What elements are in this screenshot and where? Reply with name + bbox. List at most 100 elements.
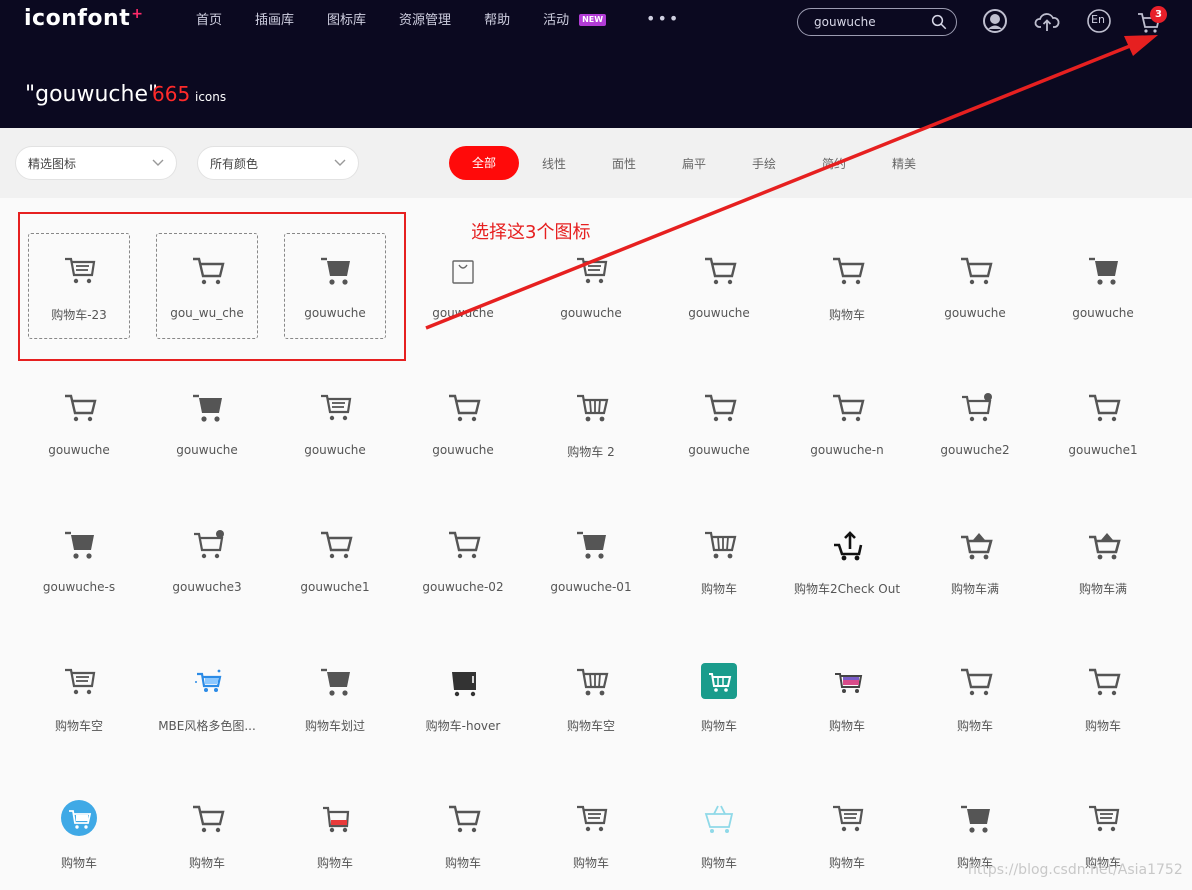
icon-card[interactable]: gouwuche-n: [783, 335, 911, 472]
search-input[interactable]: [814, 13, 924, 31]
search-query-title: "gouwuche": [25, 82, 159, 107]
icon-card[interactable]: 购物车: [911, 609, 1039, 746]
nav-home[interactable]: 首页: [196, 12, 222, 30]
cart-lines-icon: [321, 394, 352, 421]
tab-linear[interactable]: 线性: [542, 155, 566, 172]
upload-cloud-icon[interactable]: [1034, 8, 1060, 34]
cart-dot-icon: [194, 530, 224, 559]
icon-name: 购物车空: [566, 719, 615, 733]
tab-filled[interactable]: 面性: [612, 155, 636, 172]
icon-name: gouwuche: [1072, 306, 1134, 320]
icon-card[interactable]: 购物车: [783, 198, 911, 335]
color-select[interactable]: 所有颜色: [197, 146, 359, 180]
icon-name: 购物车: [828, 856, 865, 870]
icon-card[interactable]: 购物车: [655, 746, 783, 883]
icon-card[interactable]: MBE风格多色图...: [143, 609, 271, 746]
icon-card[interactable]: gouwuche: [655, 198, 783, 335]
cart-full-icon: [1089, 533, 1121, 560]
cart-teal-icon: [701, 663, 737, 699]
icon-name: gouwuche: [48, 443, 110, 457]
icon-card[interactable]: 购物车: [655, 472, 783, 609]
cart-lines-icon: [833, 805, 864, 832]
icon-name: 购物车: [700, 856, 737, 870]
icon-card[interactable]: 购物车划过: [271, 609, 399, 746]
cart-outline-icon: [449, 531, 481, 559]
icon-card[interactable]: gouwuche: [399, 335, 527, 472]
icon-card[interactable]: 购物车: [655, 609, 783, 746]
nav-resources[interactable]: 资源管理: [399, 12, 451, 30]
icon-name: gouwuche: [944, 306, 1006, 320]
icon-card[interactable]: gouwuche: [911, 198, 1039, 335]
nav-icon-library[interactable]: 图标库: [327, 12, 366, 30]
tab-flat[interactable]: 扁平: [682, 155, 706, 172]
icon-card[interactable]: 购物车: [271, 746, 399, 883]
selection-highlight-box: [18, 212, 406, 361]
icon-card[interactable]: gouwuche1: [271, 472, 399, 609]
chevron-down-icon: [334, 159, 346, 166]
icon-card[interactable]: 购物车: [783, 746, 911, 883]
icon-card[interactable]: 购物车: [783, 609, 911, 746]
icon-name: 购物车: [700, 582, 737, 596]
icon-name: 购物车: [956, 719, 993, 733]
language-switch-icon[interactable]: En: [1086, 8, 1112, 34]
icon-card[interactable]: gouwuche-s: [15, 472, 143, 609]
icon-name: 购物车满: [1078, 582, 1127, 596]
nav-help[interactable]: 帮助: [484, 12, 510, 30]
icon-card[interactable]: gouwuche3: [143, 472, 271, 609]
icon-card[interactable]: 购物车-hover: [399, 609, 527, 746]
icon-card[interactable]: gouwuche: [655, 335, 783, 472]
icon-name: gouwuche: [176, 443, 238, 457]
icon-card[interactable]: 购物车 2: [527, 335, 655, 472]
nav-events[interactable]: 活动 NEW: [543, 12, 607, 30]
bag-icon: [452, 260, 474, 284]
icon-card[interactable]: gouwuche2: [911, 335, 1039, 472]
icon-name: gouwuche1: [1068, 443, 1138, 457]
cart-outline-icon: [961, 668, 993, 696]
filter-bar: 精选图标 所有颜色 全部 线性 面性 扁平 手绘 简约 精美: [0, 128, 1192, 198]
user-avatar-icon[interactable]: [982, 8, 1008, 34]
icon-card[interactable]: 购物车2Check Out: [783, 472, 911, 609]
cart-grid-icon: [705, 531, 737, 559]
icon-name: gouwuche: [432, 306, 494, 320]
nav-illustrations[interactable]: 插画库: [255, 12, 294, 30]
icon-card[interactable]: 购物车空: [15, 609, 143, 746]
chevron-down-icon: [152, 159, 164, 166]
icon-card[interactable]: 购物车满: [911, 472, 1039, 609]
icon-name: 购物车: [188, 856, 225, 870]
more-icon[interactable]: •••: [646, 9, 680, 28]
tab-hand-drawn[interactable]: 手绘: [752, 155, 776, 172]
cart-grid-icon: [577, 394, 609, 422]
icon-card[interactable]: gouwuche1: [1039, 335, 1167, 472]
icon-name: gouwuche-n: [810, 443, 884, 457]
iconfont-logo[interactable]: iconfont+: [24, 6, 143, 31]
cart-count-badge: 3: [1150, 6, 1167, 23]
cart-dark-icon: [448, 672, 476, 697]
icon-card[interactable]: 购物车空: [527, 609, 655, 746]
icon-name: 购物车: [828, 308, 865, 322]
search-box: [797, 8, 957, 36]
tab-simple[interactable]: 简约: [822, 155, 846, 172]
icon-card[interactable]: 购物车: [15, 746, 143, 883]
tab-fine[interactable]: 精美: [892, 155, 916, 172]
icon-card[interactable]: gouwuche-02: [399, 472, 527, 609]
icon-card[interactable]: gouwuche: [1039, 198, 1167, 335]
main-nav: 首页 插画库 图标库 资源管理 帮助 活动 NEW: [196, 12, 607, 30]
cart-lines-icon: [577, 805, 608, 832]
icon-card[interactable]: 购物车: [399, 746, 527, 883]
icon-name: gouwuche-02: [422, 580, 504, 594]
cart-outline-icon: [833, 257, 865, 285]
icon-card[interactable]: 购物车: [1039, 609, 1167, 746]
tab-all[interactable]: 全部: [449, 146, 519, 180]
icon-name: gouwuche-s: [42, 580, 116, 594]
icon-card[interactable]: 购物车: [143, 746, 271, 883]
cart-outline-icon: [449, 394, 481, 422]
cart-outline-icon: [705, 257, 737, 285]
cart-circle-icon: [61, 800, 97, 836]
featured-select[interactable]: 精选图标: [15, 146, 177, 180]
icon-name: 购物车: [316, 856, 353, 870]
icon-card[interactable]: 购物车: [527, 746, 655, 883]
icon-card[interactable]: 购物车满: [1039, 472, 1167, 609]
search-icon[interactable]: [930, 13, 948, 31]
icon-card[interactable]: gouwuche-01: [527, 472, 655, 609]
cart-solid-icon: [961, 805, 990, 833]
